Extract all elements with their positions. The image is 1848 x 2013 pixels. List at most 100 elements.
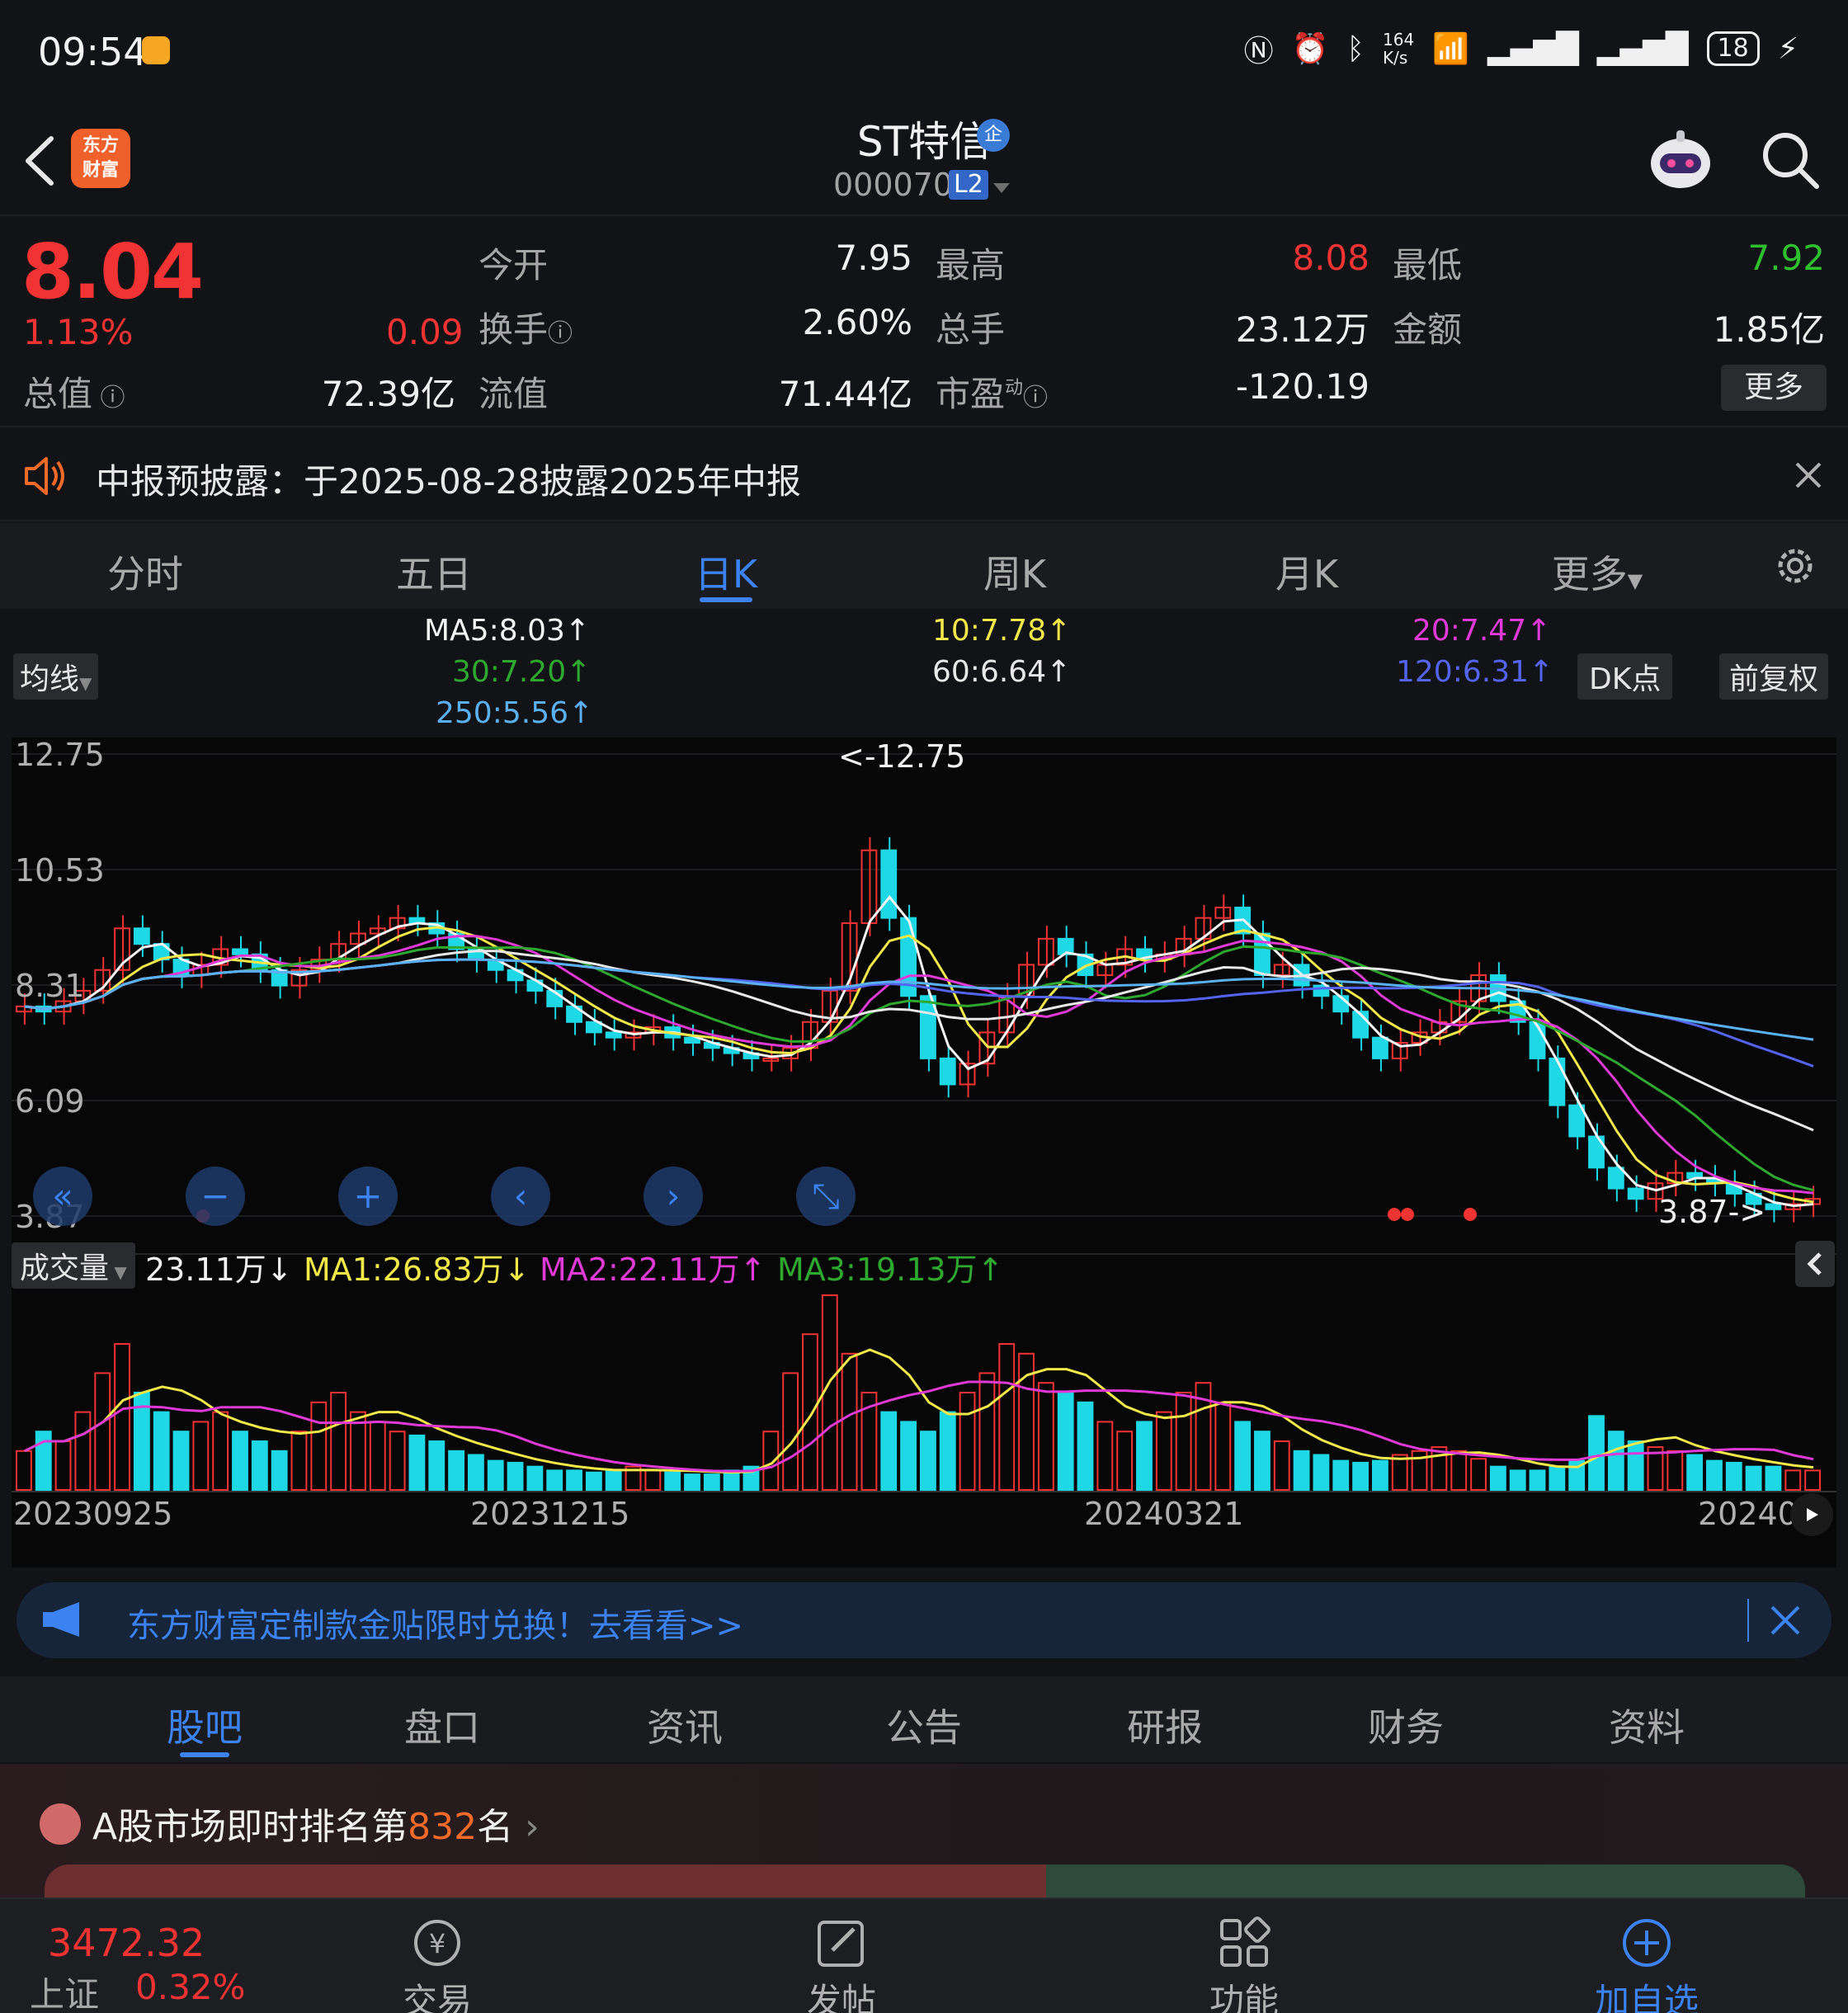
ad-banner[interactable]: 东方财富定制款金贴限时兑换！去看看>>	[16, 1582, 1832, 1658]
total-cap-label[interactable]: 总值 ⓘ	[23, 366, 125, 417]
enterprise-badge: 企	[977, 119, 1010, 152]
nav-add-watchlist[interactable]: 加自选	[1572, 1916, 1721, 2013]
gear-icon[interactable]	[1772, 543, 1818, 589]
y-tick-label: 6.09	[15, 1083, 85, 1120]
volume-bar	[900, 1421, 917, 1492]
tab-more[interactable]: 更多▼	[1515, 544, 1680, 599]
search-icon[interactable]	[1759, 129, 1822, 191]
candle-body	[880, 849, 898, 919]
collapse-icon[interactable]	[1795, 1241, 1835, 1287]
volume-bar	[153, 1411, 170, 1491]
index-percent[interactable]: 0.32%	[135, 1967, 245, 2007]
tab-profile[interactable]: 资料	[1556, 1698, 1737, 1752]
open-label: 今开	[478, 245, 549, 285]
nav-trade[interactable]: ¥ 交易	[363, 1916, 512, 2013]
volume-bar	[468, 1454, 484, 1492]
volume-bar	[1529, 1469, 1546, 1492]
chevron-left-icon-glyph: ‹	[514, 1176, 528, 1216]
change-amount: 0.09	[386, 312, 464, 352]
ma-selector[interactable]: 均线▼	[13, 653, 99, 700]
tab-monthly-k[interactable]: 月K	[1224, 544, 1389, 599]
volume-bar	[1332, 1459, 1350, 1491]
volume-bar	[1234, 1421, 1252, 1492]
change-percent: 1.13%	[23, 312, 134, 352]
ranking-card[interactable]: A股市场即时排名第832名 ›	[0, 1764, 1848, 1914]
notice-text: 中报预披露：于2025-08-28披露2025年中报	[96, 461, 801, 502]
signal-icon: ▂▄▆█	[1487, 31, 1579, 66]
tab-announcements[interactable]: 公告	[833, 1698, 1015, 1752]
notice-bar[interactable]: 中报预披露：于2025-08-28披露2025年中报	[0, 429, 1848, 521]
ma30-value: 30:7.20↑	[452, 655, 592, 689]
tab-forum[interactable]: 股吧	[114, 1698, 295, 1752]
tab-research[interactable]: 研报	[1074, 1698, 1256, 1752]
tab-news[interactable]: 资讯	[594, 1698, 776, 1752]
ma5-value: MA5:8.03↑	[424, 614, 591, 648]
volume-bar	[546, 1469, 563, 1492]
stock-code[interactable]: 000070	[833, 167, 953, 203]
kline-chart[interactable]: 12.7510.538.316.093.87317.1万 20230925202…	[12, 738, 1836, 1568]
volume-bar	[1686, 1454, 1704, 1492]
wifi-icon: 📶	[1432, 32, 1470, 66]
candle-body	[605, 1031, 622, 1039]
close-icon[interactable]	[1767, 1602, 1803, 1638]
tab-weekly-k[interactable]: 周K	[932, 544, 1097, 599]
speaker-icon	[25, 457, 64, 495]
volume-bar	[448, 1450, 464, 1491]
level2-badge[interactable]: L2	[949, 170, 988, 200]
candle-body	[998, 995, 1016, 1034]
rewind-icon-glyph: «	[52, 1176, 73, 1216]
volume-bar	[1549, 1465, 1566, 1491]
tab-daily-k[interactable]: 日K	[644, 544, 808, 599]
volume-bar	[605, 1469, 622, 1492]
weibo-icon	[142, 36, 170, 64]
volume-bar	[1627, 1440, 1644, 1491]
float-cap-label: 流值	[478, 374, 549, 414]
volume-bar	[54, 1440, 72, 1491]
chart-bar-icon	[40, 1803, 81, 1845]
volume-bar	[192, 1421, 210, 1492]
ma-legend: 均线▼ MA5:8.03↑ 10:7.78↑ 20:7.47↑ 30:7.20↑…	[0, 610, 1848, 734]
volume-bar	[1313, 1454, 1330, 1492]
nav-post[interactable]: 发帖	[767, 1916, 916, 2013]
bottom-nav: 3472.32 上证 0.32% ¥ 交易 发帖 功能 加自选	[0, 1898, 1848, 2013]
signal-dot	[1388, 1208, 1401, 1221]
tab-order-book[interactable]: 盘口	[351, 1698, 533, 1752]
high-label: 最高	[936, 245, 1006, 285]
turnover-label[interactable]: 换手ⓘ	[478, 302, 573, 352]
index-value[interactable]: 3472.32	[48, 1921, 205, 1965]
info-icon: ⓘ	[548, 319, 573, 348]
tab-intraday[interactable]: 分时	[63, 544, 228, 599]
volume-legend: 成交量 ▼ 23.11万↓ MA1:26.83万↓ MA2:22.11万↑ MA…	[12, 1238, 1836, 1289]
nav-functions[interactable]: 功能	[1170, 1916, 1318, 2013]
pe-label[interactable]: 市盈动ⓘ	[936, 366, 1048, 417]
volume-bar	[408, 1434, 426, 1491]
x-tick-label: 20230925	[13, 1496, 172, 1532]
open-value: 7.95	[835, 238, 912, 278]
zoom-out-icon-glyph: −	[200, 1176, 229, 1216]
forward-adjust-button[interactable]: 前复权	[1719, 653, 1829, 700]
chevron-right-icon: ›	[513, 1806, 540, 1848]
index-name[interactable]: 上证	[30, 1967, 99, 2013]
dk-point-button[interactable]: DK点	[1577, 653, 1673, 700]
svg-text:¥: ¥	[429, 1928, 446, 1959]
volume-ma2: MA2:22.11万↑	[540, 1252, 766, 1288]
nfc-icon: Ⓝ	[1243, 35, 1274, 68]
volume-bar	[1293, 1450, 1310, 1491]
robot-assistant-icon[interactable]	[1643, 124, 1718, 198]
tab-finance[interactable]: 财务	[1315, 1698, 1497, 1752]
volume-bar	[1175, 1392, 1192, 1491]
volume-bar	[1391, 1454, 1408, 1492]
period-tabs: 分时 五日 日K 周K 月K 更多▼	[0, 523, 1848, 609]
ma10-value: 10:7.78↑	[932, 614, 1072, 648]
close-icon[interactable]	[1792, 459, 1825, 492]
signal-dot	[1401, 1208, 1414, 1221]
volume-selector[interactable]: 成交量 ▼	[12, 1242, 135, 1289]
chevron-down-icon[interactable]	[992, 182, 1011, 195]
more-button[interactable]: 更多	[1721, 365, 1827, 411]
kline-svg[interactable]: 12.7510.538.316.093.87317.1万 20230925202…	[12, 738, 1836, 1568]
volume-bar	[920, 1431, 936, 1492]
amount-label: 金额	[1393, 309, 1463, 350]
x-tick-label: 20240321	[1084, 1496, 1243, 1532]
status-time: 09:54	[38, 30, 148, 74]
tab-five-day[interactable]: 五日	[351, 544, 516, 599]
